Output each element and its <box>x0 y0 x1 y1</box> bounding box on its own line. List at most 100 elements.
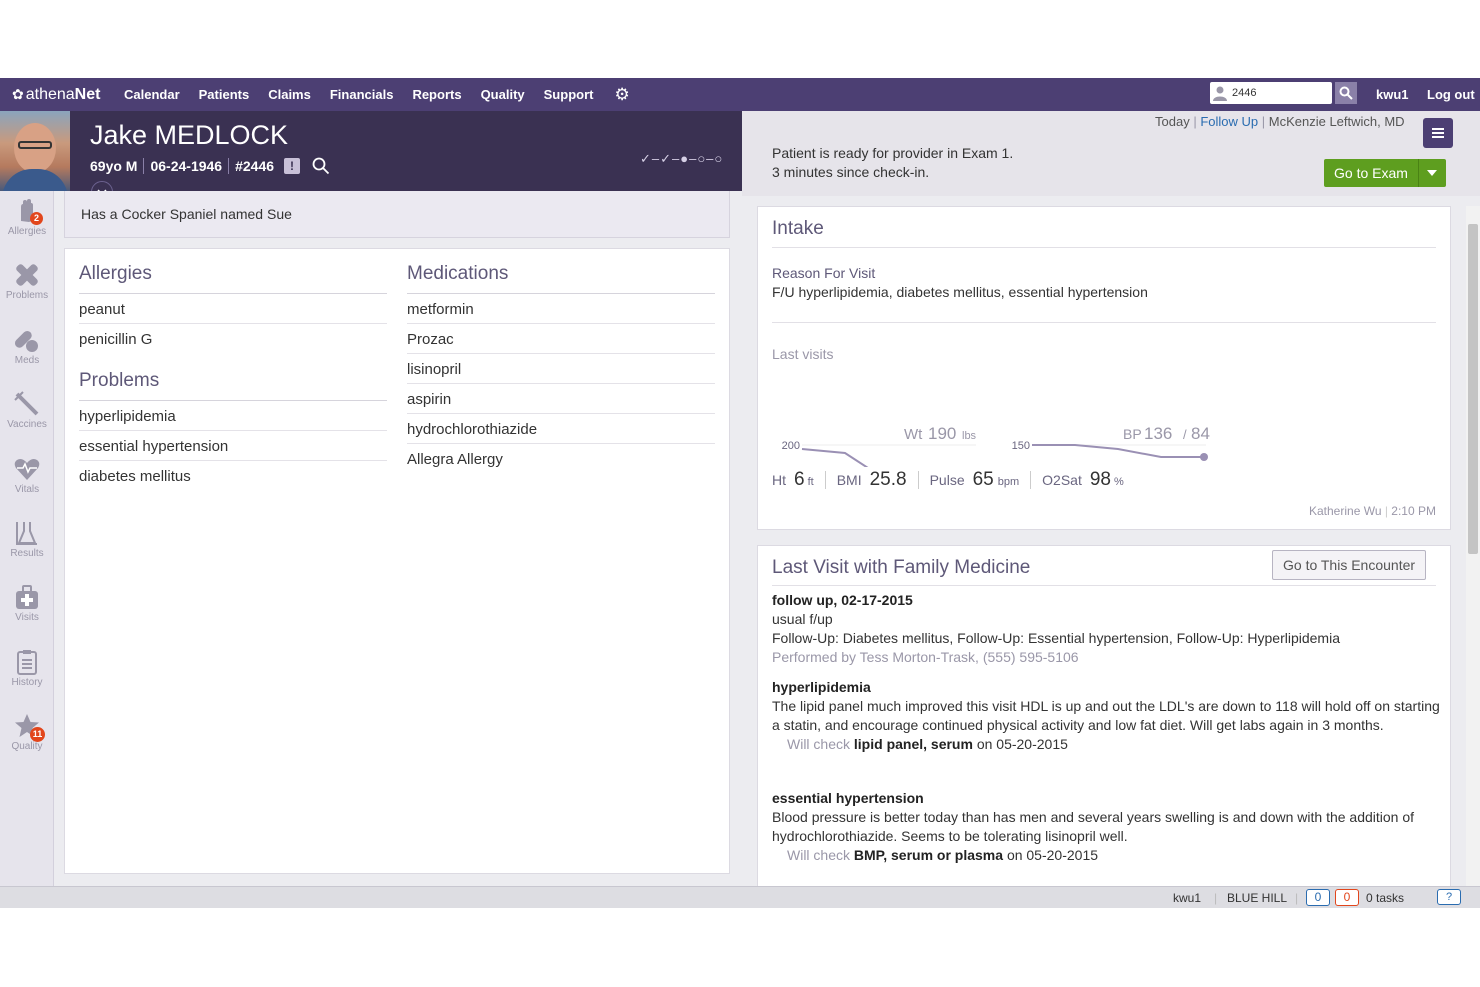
menu-button[interactable] <box>1423 118 1453 148</box>
ht-label: Ht <box>772 472 786 488</box>
go-to-exam-button[interactable]: Go to Exam <box>1324 159 1418 187</box>
quality-badge: 11 <box>30 727 45 742</box>
recorded-by-name: Katherine Wu <box>1309 504 1382 518</box>
medication-item[interactable]: metformin <box>407 294 715 324</box>
nav-calendar[interactable]: Calendar <box>124 87 180 102</box>
sidebar-item-allergies[interactable]: 2 Allergies <box>0 191 54 247</box>
patient-id: #2446 <box>235 158 275 174</box>
medication-item[interactable]: Allegra Allergy <box>407 444 715 474</box>
sidebar-item-quality[interactable]: 11 Quality <box>0 706 54 762</box>
patient-search-field[interactable] <box>1210 82 1332 104</box>
allergies-badge: 2 <box>30 212 43 225</box>
tasks-count[interactable]: 0 tasks <box>1366 891 1404 905</box>
patient-search-icon[interactable] <box>312 157 330 175</box>
nav-quality[interactable]: Quality <box>481 87 525 102</box>
heart-icon <box>14 459 40 480</box>
pulse-unit: bpm <box>997 476 1020 488</box>
appointment-type-link[interactable]: Follow Up <box>1200 114 1258 129</box>
search-icon <box>1339 86 1353 100</box>
help-chat-icon[interactable]: ? <box>1437 889 1461 905</box>
medications-heading[interactable]: Medications <box>407 263 715 294</box>
nav-patients[interactable]: Patients <box>199 87 250 102</box>
wt-trend-line <box>801 448 869 467</box>
bp-systolic-line <box>1032 444 1204 458</box>
order-item[interactable]: BMP, serum or plasma <box>854 847 1003 863</box>
inbox-count-orange[interactable]: 0 <box>1335 889 1359 906</box>
nav-claims[interactable]: Claims <box>268 87 311 102</box>
section-heading: hyperlipidemia <box>772 679 871 695</box>
person-icon <box>1212 85 1228 101</box>
patient-demographics: 69yo M 06-24-1946 #2446 ! <box>90 157 330 175</box>
sidebar-item-meds[interactable]: Meds <box>0 320 54 376</box>
status-location[interactable]: BLUE HILL <box>1227 891 1287 905</box>
go-to-exam-group: Go to Exam <box>1324 159 1446 187</box>
check-in-status-line2: 3 minutes since check-in. <box>772 164 930 180</box>
allergy-item[interactable]: peanut <box>79 294 387 324</box>
reason-for-visit[interactable]: F/U hyperlipidemia, diabetes mellitus, e… <box>772 284 1148 300</box>
medication-item[interactable]: hydrochlorothiazide <box>407 414 715 444</box>
top-nav: ✿ athena Net Calendar Patients Claims Fin… <box>0 78 1480 111</box>
wt-unit: lbs <box>962 430 977 442</box>
medication-item[interactable]: Prozac <box>407 324 715 354</box>
sidebar-item-history[interactable]: History <box>0 642 54 698</box>
logo-mark-icon: ✿ <box>12 86 24 102</box>
visit-performed-by: Performed by Tess Morton-Trask, (555) 59… <box>772 649 1079 665</box>
sidebar-item-vaccines[interactable]: Vaccines <box>0 384 54 440</box>
order-item[interactable]: lipid panel, serum <box>854 736 973 752</box>
provider-name: McKenzie Leftwich, MD <box>1268 114 1405 129</box>
sidebar-item-problems[interactable]: Problems <box>0 255 54 311</box>
allergy-item[interactable]: penicillin G <box>79 324 387 354</box>
medication-item[interactable]: aspirin <box>407 384 715 414</box>
alert-icon[interactable]: ! <box>284 158 301 174</box>
logo-text-pre: athena <box>25 85 75 103</box>
pills-icon <box>14 330 38 352</box>
hamburger-icon <box>1432 128 1444 138</box>
check-in-status-line1: Patient is ready for provider in Exam 1. <box>772 145 1014 161</box>
clinical-summary-card: Allergies peanut penicillin G Problems h… <box>64 248 730 874</box>
medication-item[interactable]: lisinopril <box>407 354 715 384</box>
last-visit-card: Last Visit with Family Medicine Go to Th… <box>757 545 1451 890</box>
check-in-status: Patient is ready for provider in Exam 1.… <box>772 144 1013 182</box>
inbox-count-blue[interactable]: 0 <box>1306 889 1330 906</box>
vitals-recorded-by: Katherine Wu | 2:10 PM <box>1309 504 1436 518</box>
athenanet-app: ✿ athena Net Calendar Patients Claims Fin… <box>0 78 1480 908</box>
patient-note[interactable]: Has a Cocker Spaniel named Sue <box>64 191 730 238</box>
sidebar-item-vitals[interactable]: Vitals <box>0 449 54 505</box>
section-body: Blood pressure is better today than has … <box>772 809 1415 844</box>
visit-diagnoses: Follow-Up: Diabetes mellitus, Follow-Up:… <box>772 630 1340 646</box>
allergies-heading[interactable]: Allergies <box>79 263 387 294</box>
logo-text-post: Net <box>74 85 101 103</box>
problems-heading[interactable]: Problems <box>79 370 387 401</box>
flask-icon <box>16 522 37 545</box>
logout-link[interactable]: Log out <box>1427 87 1475 102</box>
nav-reports[interactable]: Reports <box>412 87 461 102</box>
patient-dob: 06-24-1946 <box>150 158 223 174</box>
go-to-exam-dropdown[interactable] <box>1417 159 1446 187</box>
sidebar-item-results[interactable]: Results <box>0 513 54 569</box>
patient-name[interactable]: Jake MEDLOCK <box>90 120 288 151</box>
user-menu[interactable]: kwu1 <box>1376 87 1409 102</box>
vitals-summary: Ht 6 ft BMI 25.8 Pulse 65 bpm O2Sat 98 % <box>772 469 1124 491</box>
athenanet-logo[interactable]: ✿ athena Net <box>12 86 124 104</box>
section-body: The lipid panel much improved this visit… <box>772 698 1440 733</box>
problem-item[interactable]: hyperlipidemia <box>79 401 387 431</box>
sidebar-item-visits[interactable]: Visits <box>0 577 54 633</box>
intake-title: Intake <box>772 218 824 239</box>
nav-support[interactable]: Support <box>544 87 594 102</box>
bmi-value: 25.8 <box>869 469 907 490</box>
scrollbar-thumb[interactable] <box>1468 224 1478 554</box>
bp-value: 136 <box>1144 424 1172 443</box>
search-button[interactable] <box>1335 82 1357 104</box>
problem-item[interactable]: essential hypertension <box>79 431 387 461</box>
right-panel-scrollbar[interactable] <box>1466 206 1480 886</box>
gear-icon[interactable]: ⚙ <box>614 85 629 105</box>
patient-photo <box>0 111 70 191</box>
o2sat-unit: % <box>1114 476 1124 488</box>
problem-item[interactable]: diabetes mellitus <box>79 461 387 491</box>
go-to-encounter-button[interactable]: Go to This Encounter <box>1272 550 1427 580</box>
sidebar-label: Problems <box>5 290 49 301</box>
patient-search-input[interactable] <box>1232 87 1328 99</box>
bp-sep: / <box>1183 427 1187 442</box>
sidebar-label: Vitals <box>14 484 40 495</box>
nav-financials[interactable]: Financials <box>330 87 394 102</box>
